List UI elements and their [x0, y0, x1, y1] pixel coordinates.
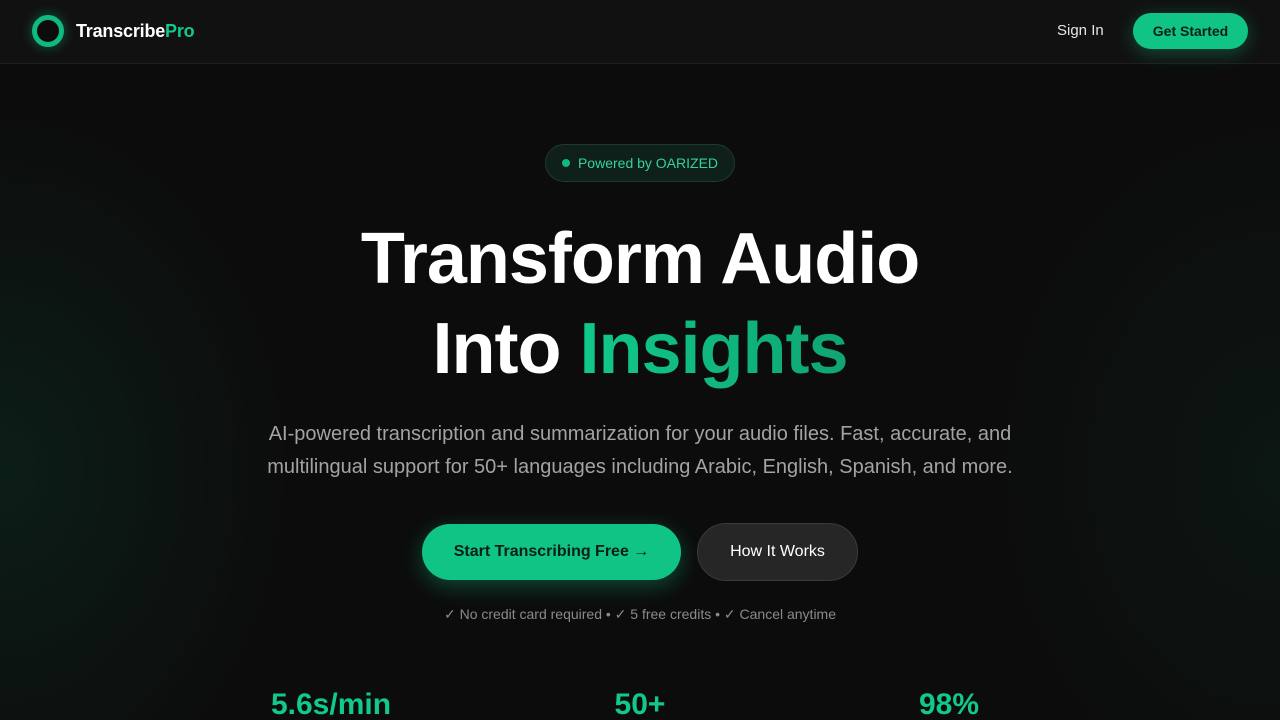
start-transcribing-button[interactable]: Start Transcribing Free → — [422, 524, 681, 580]
sign-in-link[interactable]: Sign In — [1044, 20, 1117, 41]
perks-line: ✓ No credit card required • ✓ 5 free cre… — [443, 606, 837, 622]
brand-logo[interactable]: TranscribePro — [32, 15, 195, 47]
stat-value-languages: 50+ — [614, 688, 666, 720]
ring-logo-icon — [32, 15, 64, 47]
powered-by-badge: Powered by OARIZED — [545, 144, 735, 182]
stat-value-speed: 5.6s/min — [270, 688, 392, 720]
brand-name-accent: Pro — [165, 20, 195, 41]
how-it-works-button[interactable]: How It Works — [697, 523, 858, 581]
get-started-button[interactable]: Get Started — [1133, 13, 1248, 49]
stat-value-accuracy: 98% — [918, 688, 980, 720]
hero-headline-prefix: Into — [432, 309, 580, 389]
status-dot-icon — [561, 159, 570, 167]
hero-headline-line1: Transform Audio — [360, 219, 920, 299]
brand-name: TranscribePro — [76, 20, 195, 42]
top-navbar: TranscribePro Sign In Get Started — [0, 0, 1280, 64]
badge-label: Powered by OARIZED — [577, 155, 719, 171]
hero-subtitle: AI-powered transcription and summarizati… — [267, 423, 1013, 478]
brand-name-main: Transcribe — [76, 20, 166, 41]
hero-headline-line2: Into Insights — [0, 308, 1280, 390]
hero-headline-accent: Insights — [579, 309, 848, 389]
